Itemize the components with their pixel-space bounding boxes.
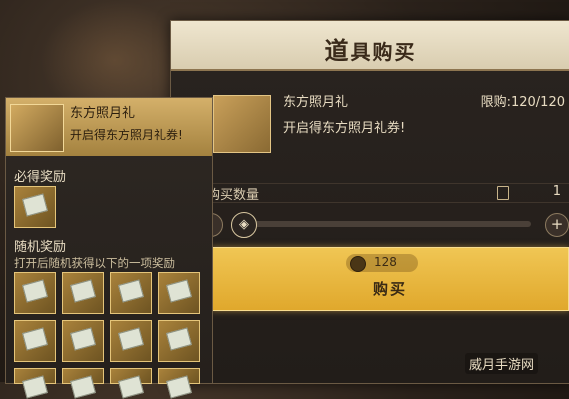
ticket-icon[interactable]	[158, 320, 200, 362]
item-name: 东方照月礼	[283, 95, 349, 110]
treasure-chest-icon	[213, 95, 271, 153]
background-character	[40, 0, 190, 100]
purchase-limit: 限购:120/120	[480, 95, 565, 110]
ticket-icon[interactable]	[62, 320, 104, 362]
item-purchase-panel: 道具购买 东方照月礼 限购:120/120 开启得东方照月礼券! 购买数量 1 …	[170, 20, 569, 384]
ticket-icon[interactable]	[14, 320, 56, 362]
note-icon	[497, 186, 509, 200]
ticket-icon[interactable]	[158, 272, 200, 314]
reward-item-description: 开启得东方照月礼券!	[70, 128, 183, 142]
site-watermark: 威月手游网	[465, 353, 539, 374]
ticket-icon[interactable]	[110, 272, 152, 314]
price-tag: 128	[346, 254, 418, 272]
reward-item-name: 东方照月礼	[70, 106, 136, 121]
random-reward-label: 随机奖励	[14, 240, 67, 255]
quantity-slider: - ◈ +	[199, 211, 569, 238]
reward-tooltip: 东方照月礼 开启得东方照月礼券! 必得奖励 随机奖励 打开后随机获得以下的一项奖…	[5, 97, 213, 384]
quantity-row: 购买数量 1	[201, 183, 569, 203]
item-description: 开启得东方照月礼券!	[283, 121, 406, 136]
ticket-icon[interactable]	[62, 272, 104, 314]
slider-handle[interactable]: ◈	[231, 212, 257, 238]
ticket-icon[interactable]	[14, 272, 56, 314]
quantity-label: 购买数量	[207, 188, 260, 203]
treasure-chest-icon	[10, 104, 64, 152]
increase-button[interactable]: +	[545, 213, 569, 237]
title-bar: 道具购买	[171, 21, 569, 71]
price-value: 128	[374, 255, 397, 269]
slider-track[interactable]	[231, 221, 531, 227]
item-row: 东方照月礼 限购:120/120 开启得东方照月礼券!	[213, 91, 565, 153]
reward-header: 东方照月礼 开启得东方照月礼券!	[6, 98, 212, 156]
currency-icon	[350, 256, 366, 272]
quantity-value: 1	[552, 184, 561, 199]
random-reward-description: 打开后随机获得以下的一项奖励	[14, 256, 175, 270]
guaranteed-reward-label: 必得奖励	[14, 170, 67, 185]
buy-button[interactable]: 128 购买	[211, 247, 569, 311]
ticket-icon[interactable]	[14, 186, 56, 228]
ticket-icon[interactable]	[110, 320, 152, 362]
buy-label: 购买	[372, 280, 407, 298]
panel-title: 道具购买	[324, 37, 417, 65]
